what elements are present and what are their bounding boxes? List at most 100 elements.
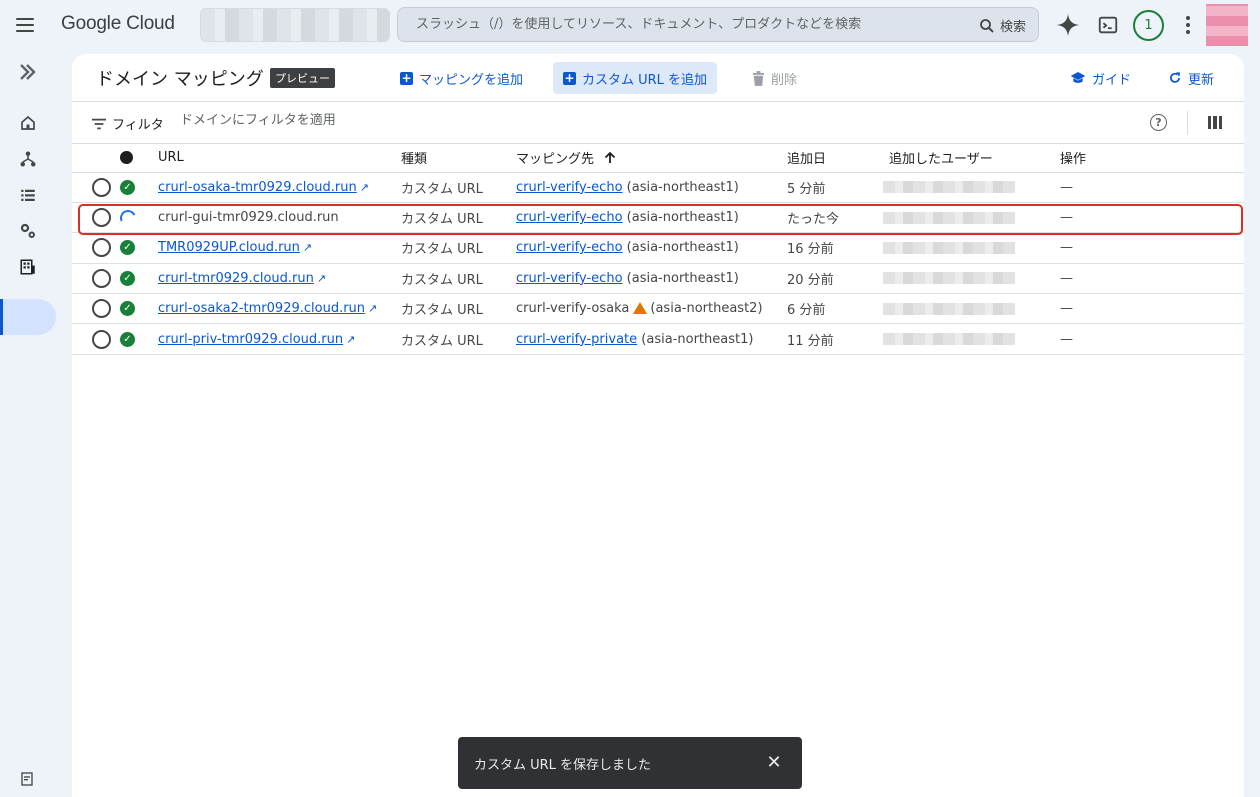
refresh-button[interactable]: 更新 bbox=[1158, 62, 1224, 94]
more-vert-icon[interactable] bbox=[1175, 12, 1201, 38]
table-header-row: URL 種類 マッピング先 追加日 追加したユーザー 操作 bbox=[72, 144, 1244, 173]
warning-icon bbox=[633, 302, 648, 315]
target-cell: crurl-verify-echo (asia-northeast1) bbox=[516, 232, 787, 264]
menu-icon[interactable] bbox=[16, 14, 38, 36]
check-circle-icon: ✓ bbox=[120, 331, 135, 347]
topology-icon[interactable] bbox=[18, 149, 38, 169]
url-cell: crurl-tmr0929.cloud.run ↗ bbox=[158, 263, 401, 295]
guide-button[interactable]: ガイド bbox=[1060, 62, 1141, 94]
add-mapping-button[interactable]: + マッピングを追加 bbox=[390, 62, 533, 94]
check-circle-icon: ✓ bbox=[120, 270, 135, 286]
row-radio-button[interactable] bbox=[92, 299, 111, 319]
type-cell: カスタム URL bbox=[401, 172, 516, 203]
row-radio-button[interactable] bbox=[92, 208, 111, 228]
check-circle-icon: ✓ bbox=[120, 301, 135, 317]
open-in-new-icon[interactable]: ↗ bbox=[303, 241, 312, 254]
open-in-new-icon[interactable]: ↗ bbox=[317, 272, 326, 285]
row-radio-button[interactable] bbox=[92, 268, 111, 288]
added-cell: 20 分前 bbox=[787, 263, 889, 295]
target-service-link[interactable]: crurl-verify-echo bbox=[516, 180, 623, 195]
close-icon[interactable]: ✕ bbox=[764, 753, 784, 773]
delete-button[interactable]: 削除 bbox=[742, 62, 807, 94]
filter-label: フィルタ bbox=[112, 118, 164, 133]
target-service-link[interactable]: crurl-verify-echo bbox=[516, 271, 623, 286]
settings-icon[interactable] bbox=[18, 221, 38, 241]
guide-label: ガイド bbox=[1092, 72, 1132, 88]
filter-button[interactable]: フィルタ bbox=[92, 114, 164, 133]
add-custom-url-label: カスタム URL を追加 bbox=[582, 72, 708, 88]
help-icon[interactable]: ? bbox=[1150, 114, 1167, 131]
row-radio-button[interactable] bbox=[92, 177, 111, 197]
status-cell: ✓ bbox=[120, 232, 158, 264]
select-cell bbox=[72, 232, 120, 264]
actions-cell: — bbox=[1060, 232, 1244, 264]
home-icon[interactable] bbox=[18, 113, 38, 133]
search-bar[interactable]: 検索 bbox=[397, 7, 1039, 42]
target-service-link[interactable]: crurl-verify-echo bbox=[516, 210, 623, 225]
rail-active-indicator bbox=[0, 299, 56, 335]
select-cell bbox=[72, 293, 120, 325]
target-service-link[interactable]: crurl-verify-echo bbox=[516, 240, 623, 255]
table-row[interactable]: ✓ crurl-osaka2-tmr0929.cloud.run ↗ カスタム U… bbox=[72, 293, 1244, 325]
table-row[interactable]: ✓ crurl-priv-tmr0929.cloud.run ↗ カスタム URL… bbox=[72, 323, 1244, 355]
add-custom-url-button[interactable]: + カスタム URL を追加 bbox=[553, 62, 718, 94]
column-header-target[interactable]: マッピング先 bbox=[516, 144, 787, 173]
url-cell: crurl-priv-tmr0929.cloud.run ↗ bbox=[158, 323, 401, 355]
list-icon[interactable] bbox=[18, 185, 38, 205]
select-cell bbox=[72, 323, 120, 355]
column-display-icon[interactable] bbox=[1208, 116, 1222, 129]
redacted-user bbox=[883, 241, 1015, 254]
add-box-icon: + bbox=[400, 70, 413, 85]
redacted-user bbox=[883, 333, 1015, 346]
table-row[interactable]: crurl-gui-tmr0929.cloud.run カスタム URL cru… bbox=[72, 202, 1244, 234]
actions-cell: — bbox=[1060, 202, 1244, 234]
type-cell: カスタム URL bbox=[401, 232, 516, 264]
status-cell: ✓ bbox=[120, 263, 158, 295]
avatar[interactable] bbox=[1206, 4, 1248, 46]
url-link[interactable]: crurl-priv-tmr0929.cloud.run bbox=[158, 332, 343, 347]
project-picker[interactable] bbox=[200, 8, 390, 42]
add-box-icon: + bbox=[563, 70, 576, 85]
actions-cell: — bbox=[1060, 323, 1244, 355]
select-cell bbox=[72, 172, 120, 203]
column-header-added[interactable]: 追加日 bbox=[787, 144, 889, 173]
status-column-header bbox=[120, 144, 158, 173]
notifications-badge[interactable]: 1 bbox=[1133, 10, 1164, 41]
url-link[interactable]: crurl-osaka2-tmr0929.cloud.run bbox=[158, 301, 365, 316]
added-by-cell bbox=[883, 232, 1060, 264]
table-row[interactable]: ✓ crurl-tmr0929.cloud.run ↗ カスタム URL crur… bbox=[72, 263, 1244, 295]
url-link[interactable]: crurl-osaka-tmr0929.cloud.run bbox=[158, 180, 357, 195]
expand-rail-icon[interactable] bbox=[18, 62, 38, 82]
column-header-type[interactable]: 種類 bbox=[401, 144, 516, 173]
release-notes-icon[interactable] bbox=[18, 769, 38, 789]
table-row[interactable]: ✓ crurl-osaka-tmr0929.cloud.run ↗ カスタム UR… bbox=[72, 172, 1244, 203]
url-link[interactable]: TMR0929UP.cloud.run bbox=[158, 240, 300, 255]
domain-mappings-icon[interactable] bbox=[18, 257, 38, 277]
column-header-added-by[interactable]: 追加したユーザー bbox=[889, 144, 1060, 173]
open-in-new-icon[interactable]: ↗ bbox=[360, 181, 369, 194]
search-button[interactable]: 検索 bbox=[978, 16, 1026, 35]
url-link[interactable]: crurl-tmr0929.cloud.run bbox=[158, 271, 314, 286]
redacted-user bbox=[883, 272, 1015, 285]
cloud-shell-icon[interactable] bbox=[1095, 12, 1121, 38]
target-cell: crurl-verify-echo (asia-northeast1) bbox=[516, 172, 787, 203]
type-cell: カスタム URL bbox=[401, 263, 516, 295]
open-in-new-icon[interactable]: ↗ bbox=[368, 302, 377, 315]
search-icon bbox=[980, 18, 994, 33]
url-cell: TMR0929UP.cloud.run ↗ bbox=[158, 232, 401, 264]
added-cell: たった今 bbox=[787, 202, 889, 234]
table-row[interactable]: ✓ TMR0929UP.cloud.run ↗ カスタム URL crurl-ve… bbox=[72, 232, 1244, 264]
trash-icon bbox=[752, 70, 765, 86]
target-region: (asia-northeast1) bbox=[626, 210, 739, 226]
column-header-url[interactable]: URL bbox=[158, 144, 401, 173]
search-input[interactable] bbox=[416, 17, 976, 32]
row-radio-button[interactable] bbox=[92, 238, 111, 258]
target-service-link[interactable]: crurl-verify-private bbox=[516, 332, 637, 347]
row-radio-button[interactable] bbox=[92, 329, 111, 349]
target-region: (asia-northeast1) bbox=[626, 179, 739, 195]
gemini-icon[interactable] bbox=[1055, 12, 1081, 38]
google-cloud-logo[interactable]: Google Cloud bbox=[61, 13, 175, 35]
filter-input[interactable] bbox=[180, 113, 680, 128]
open-in-new-icon[interactable]: ↗ bbox=[346, 333, 355, 346]
target-region: (asia-northeast1) bbox=[641, 331, 754, 347]
